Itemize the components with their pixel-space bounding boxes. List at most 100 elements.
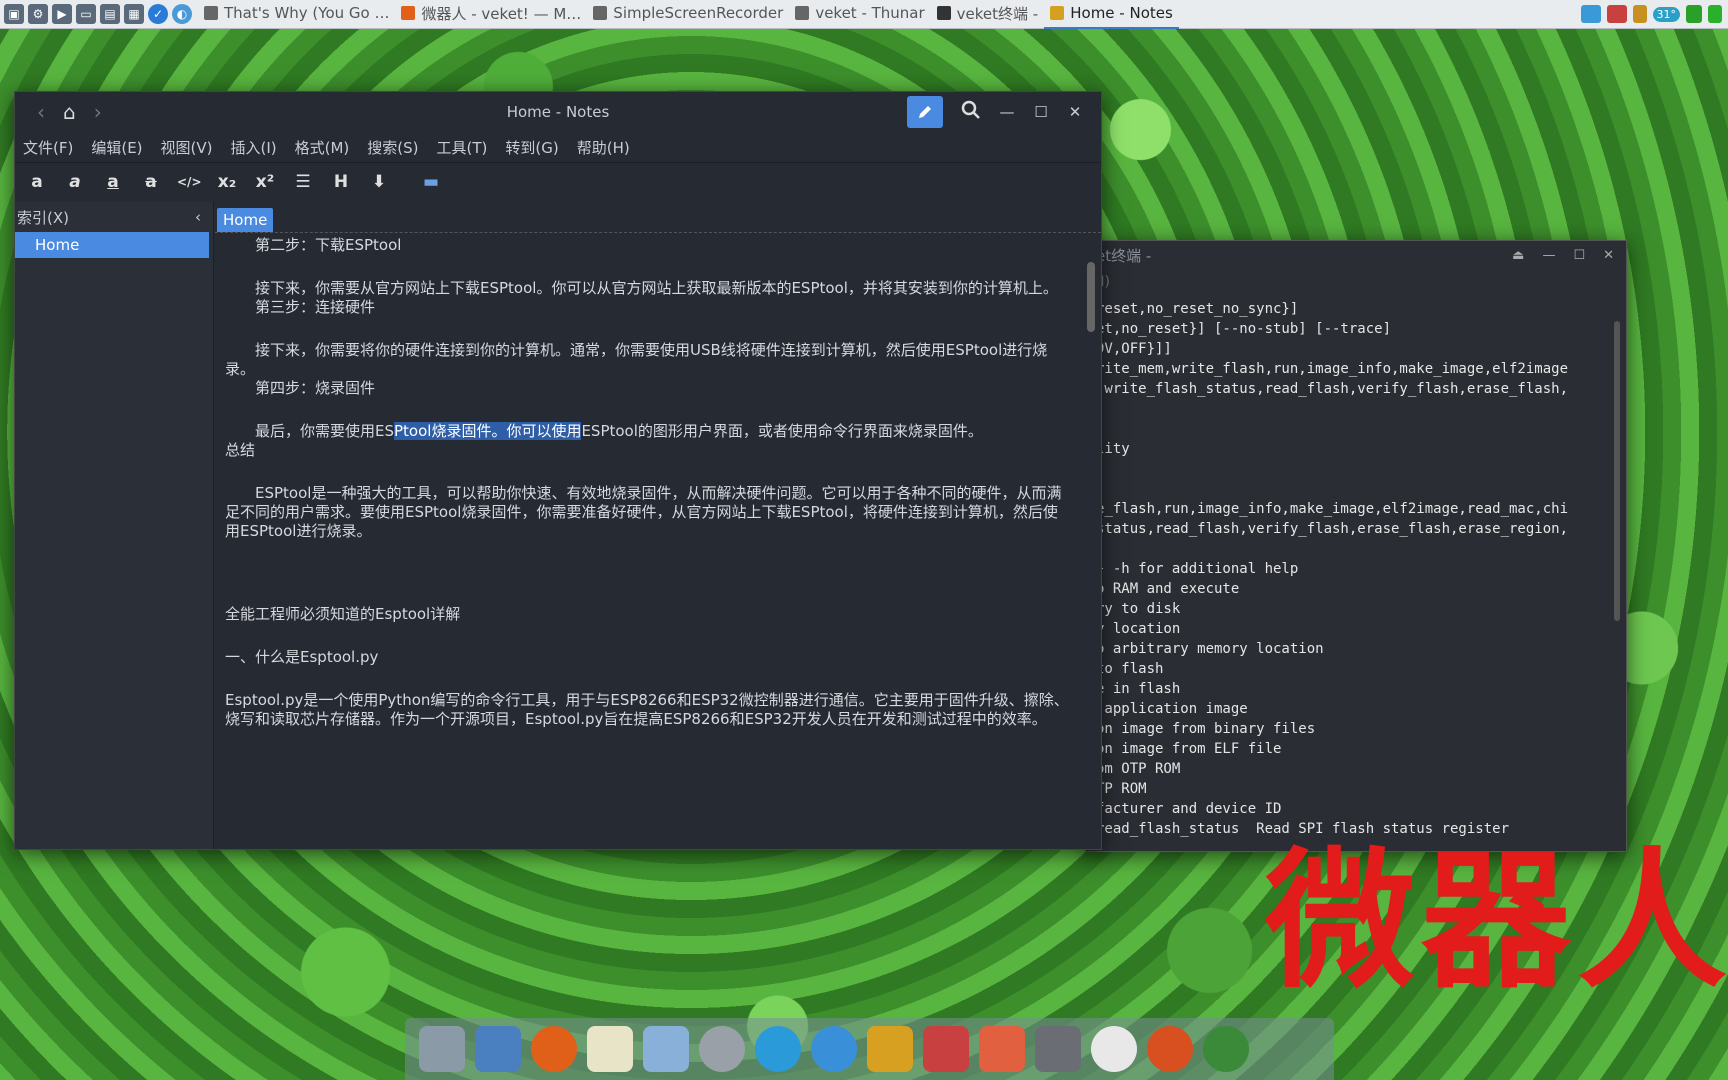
task-music[interactable]: That's Why (You Go … <box>198 0 395 27</box>
terminal-output[interactable]: reset,no_reset_no_sync}] et,no_reset}] [-… <box>1086 295 1626 843</box>
task-recorder[interactable]: SimpleScreenRecorder <box>587 0 789 27</box>
italic-button[interactable]: a <box>63 172 87 192</box>
clipboard-icon[interactable] <box>1632 5 1647 23</box>
article-title: 全能工程师必须知道的Esptool详解 <box>225 605 461 623</box>
superscript-button[interactable]: x² <box>253 172 277 192</box>
dock-drive-icon[interactable] <box>1035 1026 1081 1072</box>
dock-sun-icon[interactable] <box>1091 1026 1137 1072</box>
home-icon[interactable]: ⌂ <box>63 100 76 124</box>
subscript-button[interactable]: x₂ <box>215 172 239 192</box>
dock-editor-icon[interactable] <box>587 1026 633 1072</box>
back-arrow-icon[interactable]: ‹ <box>37 100 45 124</box>
terminal-line: on image from binary files <box>1096 721 1316 737</box>
eject-icon[interactable]: ⏏ <box>1512 248 1524 263</box>
underline-button[interactable]: a <box>101 172 125 192</box>
forward-arrow-icon[interactable]: › <box>94 100 102 124</box>
task-label: That's Why (You Go … <box>224 4 390 22</box>
dock-disc-icon[interactable] <box>699 1026 745 1072</box>
folder-icon <box>795 6 810 20</box>
dock-rocket-icon[interactable] <box>979 1026 1025 1072</box>
terminal-scrollbar[interactable] <box>1614 321 1620 621</box>
dock-atom-icon[interactable] <box>755 1026 801 1072</box>
minimize-button[interactable]: — <box>999 103 1015 121</box>
dock-globe-icon[interactable] <box>1203 1026 1249 1072</box>
system-tray: 31° <box>1580 5 1728 23</box>
note-editor[interactable]: 第二步：下载ESPtool 接下来，你需要从官方网站上下载ESPtool。你可以… <box>225 236 1069 849</box>
maximize-button[interactable]: ☐ <box>1573 248 1585 263</box>
terminal-line: o arbitrary memory location <box>1096 641 1324 657</box>
task-notes[interactable]: Home - Notes <box>1044 0 1179 29</box>
battery-icon[interactable] <box>1708 5 1722 23</box>
dock-browser-icon[interactable] <box>1147 1026 1193 1072</box>
bold-button[interactable]: a <box>25 172 49 192</box>
collapse-arrow-icon[interactable]: ‹ <box>195 208 213 226</box>
step4-paragraph: 最后，你需要使用ESPtool烧录固件。你可以使用ESPtool的图形用户界面，… <box>225 422 1069 441</box>
code-button[interactable]: </> <box>177 175 202 189</box>
notes-icon <box>1050 6 1065 20</box>
tab-home[interactable]: Home <box>217 208 274 232</box>
menu-tools[interactable]: 工具(T) <box>437 137 488 158</box>
task-thunar[interactable]: veket - Thunar <box>789 0 930 27</box>
dock-book-icon[interactable] <box>867 1026 913 1072</box>
wifi-icon[interactable] <box>1686 5 1702 23</box>
monitor-icon[interactable]: ▣ <box>4 4 24 24</box>
task-firefox[interactable]: 微器人 - veket! — M… <box>395 0 587 27</box>
play-icon[interactable]: ▶ <box>52 4 72 24</box>
terminal-line: TP ROM <box>1096 781 1147 797</box>
settings-icon[interactable]: ⚙ <box>28 4 48 24</box>
terminal-icon[interactable]: ▭ <box>76 4 96 24</box>
menu-format[interactable]: 格式(M) <box>295 137 350 158</box>
menu-view[interactable]: 视图(V) <box>161 137 213 158</box>
summary-paragraph: ESPtool是一种强大的工具，可以帮助你快速、有效地烧录固件，从而解决硬件问题… <box>225 484 1062 540</box>
menu-help[interactable]: 帮助(H) <box>577 137 630 158</box>
insert-button[interactable]: ⬇ <box>367 172 391 192</box>
dock-settings-icon[interactable] <box>419 1026 465 1072</box>
editor-scrollbar[interactable] <box>1087 262 1095 332</box>
menu-insert[interactable]: 插入(I) <box>231 137 277 158</box>
heading-button[interactable]: H <box>329 172 353 192</box>
dock-firefox-icon[interactable] <box>531 1026 577 1072</box>
dock-computer-icon[interactable] <box>475 1026 521 1072</box>
screenshot-icon[interactable] <box>1580 5 1601 23</box>
app-icon[interactable] <box>1606 5 1627 23</box>
watermark-text: 微器人 <box>1265 835 1728 1009</box>
screen-icon[interactable]: ▦ <box>124 4 144 24</box>
strikethrough-button[interactable]: a <box>139 172 163 192</box>
printer-icon[interactable]: ▤ <box>100 4 120 24</box>
terminal-line: lity <box>1096 441 1130 457</box>
notes-window: ‹ ⌂ › Home - Notes — ☐ ✕ 文件(F) 编辑(E) 视图(… <box>14 91 1102 850</box>
dock-chart-icon[interactable] <box>923 1026 969 1072</box>
index-header: 索引(X) ‹ <box>15 202 213 232</box>
titlebar-actions: — ☐ ✕ <box>907 96 1101 128</box>
terminal-titlebar[interactable]: et终端 - ⏏ — ☐ ✕ <box>1086 241 1626 269</box>
edit-pencil-button[interactable] <box>907 96 943 128</box>
dock-play-icon[interactable] <box>811 1026 857 1072</box>
folder-icon[interactable]: ▬ <box>423 172 439 192</box>
check-icon[interactable]: ✓ <box>148 4 168 24</box>
search-icon[interactable] <box>961 100 981 124</box>
dock-image-icon[interactable] <box>643 1026 689 1072</box>
terminal-line: e_flash,run,image_info,make_image,elf2im… <box>1096 501 1569 517</box>
summary-heading: 总结 <box>225 441 256 459</box>
globe-icon[interactable]: ◐ <box>172 4 192 24</box>
menu-search[interactable]: 搜索(S) <box>367 137 418 158</box>
menu-edit[interactable]: 编辑(E) <box>91 137 142 158</box>
sidebar-item-home[interactable]: Home <box>15 232 209 258</box>
top-taskbar: ▣ ⚙ ▶ ▭ ▤ ▦ ✓ ◐ That's Why (You Go … 微器人… <box>0 0 1728 29</box>
terminal-line: 9V,OFF}]] <box>1096 341 1172 357</box>
task-terminal[interactable]: veket终端 - <box>931 0 1045 27</box>
minimize-button[interactable]: — <box>1542 248 1555 263</box>
terminal-line: reset,no_reset_no_sync}] <box>1096 301 1299 317</box>
notes-titlebar[interactable]: ‹ ⌂ › Home - Notes — ☐ ✕ <box>15 92 1101 132</box>
menu-goto[interactable]: 转到(G) <box>505 137 558 158</box>
terminal-menubar[interactable]: H) <box>1086 269 1626 295</box>
close-button[interactable]: ✕ <box>1067 103 1083 121</box>
step2-heading: 第二步：下载ESPtool <box>255 236 402 254</box>
text-run: ESPtool的图形用户界面，或者使用命令行界面来烧录固件。 <box>581 422 983 440</box>
maximize-button[interactable]: ☐ <box>1033 103 1049 121</box>
terminal-line: y location <box>1096 621 1181 637</box>
bullet-list-button[interactable]: ☰ <box>291 172 315 192</box>
menu-file[interactable]: 文件(F) <box>23 137 73 158</box>
close-button[interactable]: ✕ <box>1603 248 1614 263</box>
